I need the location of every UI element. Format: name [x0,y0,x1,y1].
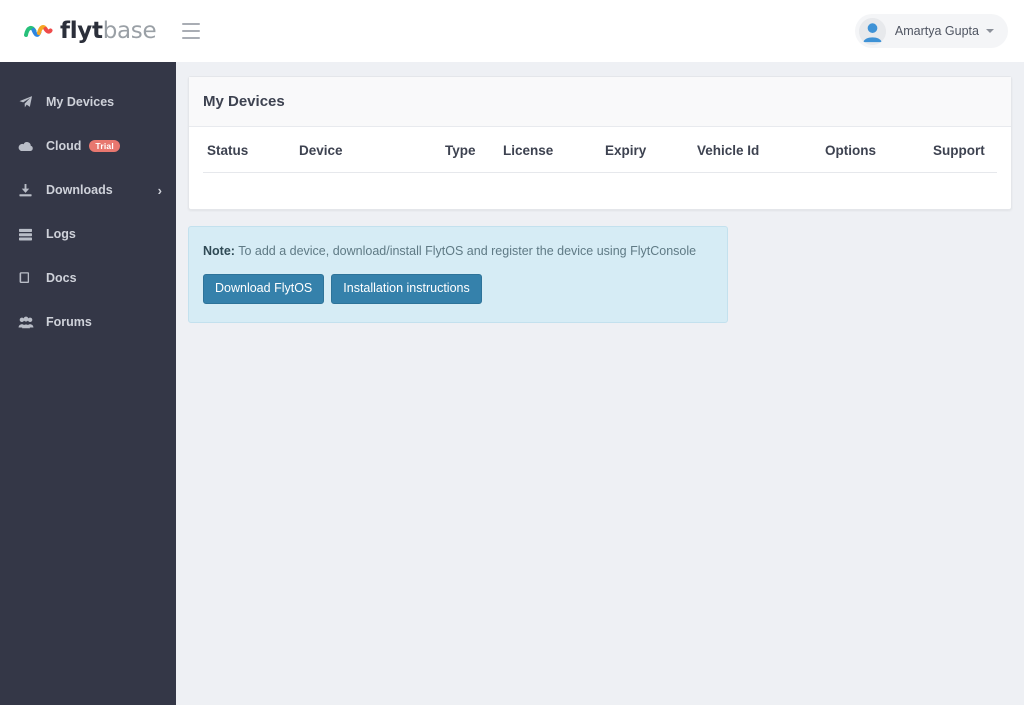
users-icon [18,314,36,330]
status-badge: Trial [89,139,120,153]
table-empty-cell [203,173,997,195]
hamburger-line [182,30,201,32]
devices-card-header: My Devices [189,77,1011,127]
column-header-type[interactable]: Type [445,127,503,173]
flytbase-logo-icon [24,19,54,43]
note-panel: Note: To add a device, download/install … [188,225,728,323]
download-icon [18,182,36,198]
column-header-device[interactable]: Device [299,127,445,173]
devices-table-head: Status Device Type License Expiry Vehicl… [203,127,997,173]
sidebar-item-forums[interactable]: Forums [0,300,176,344]
sidebar-item-label: Cloud [46,139,82,153]
hamburger-line [182,23,201,25]
sidebar-item-label: My Devices [46,95,115,109]
paper-plane-icon [18,94,36,110]
book-icon [18,270,36,286]
devices-table-body [203,173,997,195]
column-header-support[interactable]: Support [933,127,997,173]
column-header-options[interactable]: Options [825,127,933,173]
column-header-status[interactable]: Status [203,127,299,173]
chevron-right-icon: › [157,182,162,198]
page-title: My Devices [203,93,285,110]
cloud-icon [18,138,36,154]
table-header-row: Status Device Type License Expiry Vehicl… [203,127,997,173]
table-empty-row [203,173,997,195]
note-actions: Download FlytOS Installation instruction… [203,274,713,304]
hamburger-icon[interactable] [182,23,201,39]
note-text: Note: To add a device, download/install … [203,243,713,261]
devices-card: My Devices Status Device Type License Ex… [188,76,1012,210]
avatar [858,17,886,45]
sidebar-item-logs[interactable]: Logs [0,212,176,256]
hamburger-line [182,37,201,39]
user-name-label: Amartya Gupta [894,24,979,38]
sidebar-item-cloud[interactable]: Cloud Trial [0,124,176,168]
devices-table: Status Device Type License Expiry Vehicl… [203,127,997,195]
note-body: To add a device, download/install FlytOS… [234,243,697,258]
top-header-bar: flytbase Amartya Gupta [0,0,1024,62]
sidebar: My Devices Cloud Trial Downloads › Logs … [0,62,176,705]
sidebar-item-docs[interactable]: Docs [0,256,176,300]
brand-logo[interactable]: flytbase [24,18,157,44]
sidebar-item-downloads[interactable]: Downloads › [0,168,176,212]
main-content: My Devices Status Device Type License Ex… [176,62,1024,705]
column-header-expiry[interactable]: Expiry [605,127,697,173]
server-icon [18,226,36,242]
sidebar-item-label: Forums [46,315,92,329]
devices-card-body: Status Device Type License Expiry Vehicl… [189,127,1011,209]
user-menu[interactable]: Amartya Gupta [854,14,1008,48]
sidebar-item-my-devices[interactable]: My Devices [0,80,176,124]
note-label: Note: [203,243,235,258]
brand-wordmark-bold: flyt [60,18,103,44]
installation-instructions-button[interactable]: Installation instructions [331,274,482,304]
sidebar-item-label: Docs [46,271,77,285]
chevron-down-icon [986,29,994,33]
column-header-vehicle-id[interactable]: Vehicle Id [697,127,825,173]
brand-wordmark-light: base [102,18,157,44]
column-header-license[interactable]: License [503,127,605,173]
sidebar-item-label: Logs [46,227,76,241]
download-flytos-button[interactable]: Download FlytOS [203,274,325,304]
brand-wordmark: flytbase [60,18,157,44]
sidebar-item-label: Downloads [46,183,113,197]
